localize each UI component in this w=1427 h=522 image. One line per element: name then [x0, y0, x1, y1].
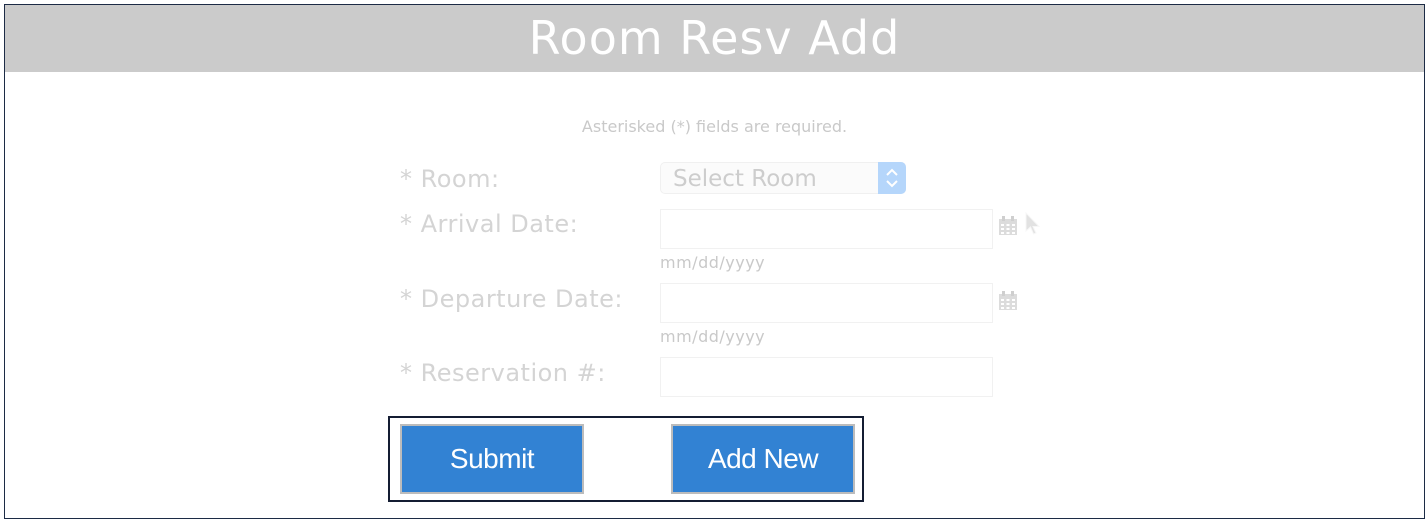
reservation-number-label: * Reservation #: [400, 359, 606, 387]
required-note: Asterisked (*) fields are required. [581, 117, 848, 136]
mouse-pointer-icon [1025, 211, 1041, 238]
room-label: * Room: [400, 165, 500, 193]
arrival-date-label: * Arrival Date: [400, 210, 579, 238]
form-actions-highlight: Submit Add New [388, 416, 864, 502]
calendar-icon[interactable] [997, 215, 1019, 237]
room-select-value: Select Room [673, 166, 817, 192]
submit-button[interactable]: Submit [400, 424, 584, 494]
chevron-up-down-icon[interactable] [878, 162, 906, 194]
add-new-button[interactable]: Add New [671, 424, 855, 494]
page-header: Room Resv Add [5, 5, 1424, 72]
app-window: Room Resv Add Asterisked (*) fields are … [4, 4, 1425, 519]
departure-date-format-hint: mm/dd/yyyy [660, 327, 766, 346]
reservation-number-input[interactable] [660, 357, 993, 397]
arrival-date-input[interactable] [660, 209, 993, 249]
departure-date-label: * Departure Date: [400, 285, 623, 313]
departure-date-input[interactable] [660, 283, 993, 323]
calendar-icon[interactable] [997, 290, 1019, 312]
page-title: Room Resv Add [528, 11, 901, 65]
arrival-date-format-hint: mm/dd/yyyy [660, 253, 766, 272]
room-select[interactable]: Select Room [660, 162, 906, 194]
